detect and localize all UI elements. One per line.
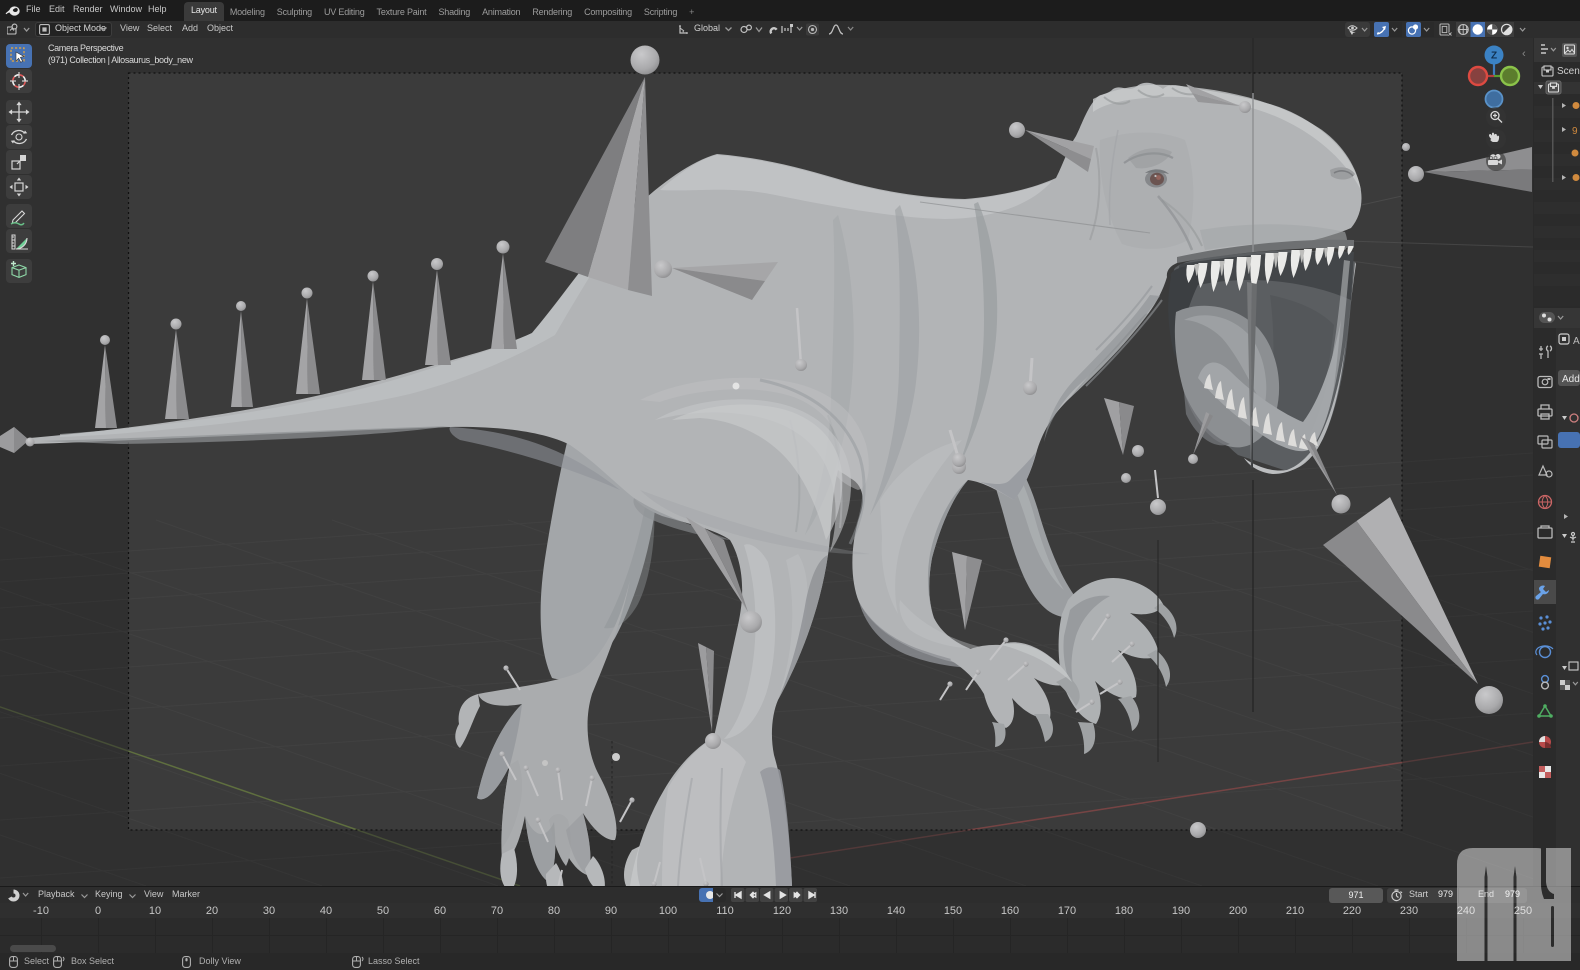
svg-text:40: 40 <box>320 905 332 917</box>
svg-text:10: 10 <box>149 905 161 917</box>
svg-text:230: 230 <box>1400 905 1418 917</box>
svg-text:20: 20 <box>206 905 218 917</box>
svg-text:200: 200 <box>1229 905 1247 917</box>
svg-text:110: 110 <box>716 905 734 917</box>
svg-text:9: 9 <box>1572 126 1578 137</box>
svg-text:60: 60 <box>434 905 446 917</box>
svg-text:210: 210 <box>1286 905 1304 917</box>
svg-text:50: 50 <box>377 905 389 917</box>
svg-text:A: A <box>1573 336 1580 347</box>
svg-text:180: 180 <box>1115 905 1133 917</box>
svg-text:30: 30 <box>263 905 275 917</box>
svg-text:170: 170 <box>1058 905 1076 917</box>
svg-text:130: 130 <box>830 905 848 917</box>
svg-text:150: 150 <box>944 905 962 917</box>
svg-text:Scen: Scen <box>1557 66 1580 77</box>
svg-text:0: 0 <box>95 905 101 917</box>
svg-text:70: 70 <box>491 905 503 917</box>
svg-text:Z: Z <box>1491 51 1497 62</box>
svg-text:220: 220 <box>1343 905 1361 917</box>
svg-text:120: 120 <box>773 905 791 917</box>
svg-text:100: 100 <box>659 905 677 917</box>
svg-text:-10: -10 <box>33 905 49 917</box>
svg-text:140: 140 <box>887 905 905 917</box>
svg-text:90: 90 <box>605 905 617 917</box>
svg-text:Add: Add <box>1562 374 1580 385</box>
svg-text:160: 160 <box>1001 905 1019 917</box>
svg-text:190: 190 <box>1172 905 1190 917</box>
svg-text:80: 80 <box>548 905 560 917</box>
